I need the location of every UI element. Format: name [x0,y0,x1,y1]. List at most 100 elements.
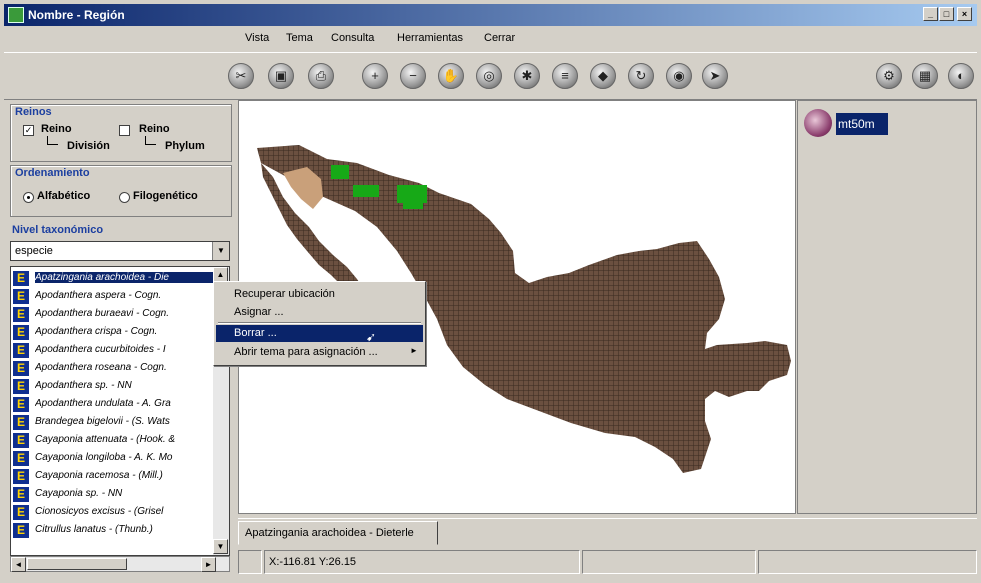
reinos-title: Reinos [15,106,52,118]
species-icon: E [13,289,29,304]
species-icon: E [13,415,29,430]
cursor-icon: ➹ [366,330,377,344]
status-panel [582,550,756,574]
menu-herramientas[interactable]: Herramientas [397,32,463,44]
layout-icon[interactable]: ▣ [268,63,294,89]
list-item[interactable]: E Cayaponia racemosa - (Mill.) [13,467,223,485]
species-icon: E [13,379,29,394]
identify-icon[interactable]: ✱ [514,63,540,89]
scroll-thumb[interactable] [27,558,127,570]
list-item[interactable]: E Apodanthera roseana - Cogn. [13,359,223,377]
species-icon: E [13,397,29,412]
menu-divider [218,322,421,324]
scroll-right-icon[interactable]: ► [201,557,216,572]
pan-icon[interactable]: ✋ [438,63,464,89]
species-icon: E [13,433,29,448]
menu-cerrar[interactable]: Cerrar [484,32,515,44]
scroll-left-icon[interactable]: ◄ [11,557,26,572]
app-icon [8,7,24,23]
list-horizontal-scrollbar[interactable]: ◄ ► [10,556,230,572]
reinos-group: Reinos ✓ Reino División Reino Phylum [10,104,232,162]
species-icon: E [13,325,29,340]
division-label: División [67,140,110,152]
submenu-arrow-icon: ► [410,346,418,355]
cut-icon[interactable]: ✂ [228,63,254,89]
filogenetico-radio[interactable] [119,192,130,203]
species-list[interactable]: E Apatzingania arachoidea - Die E Apodanth… [10,266,230,556]
species-icon: E [13,361,29,376]
list-item[interactable]: E Cayaponia attenuata - (Hook. & [13,431,223,449]
nivel-title: Nivel taxonómico [12,224,104,236]
ordenamiento-title: Ordenamiento [15,167,90,179]
coords-readout: X:-116.81 Y:26.15 [269,556,357,568]
list-item[interactable]: E Cayaponia sp. - NN [13,485,223,503]
nivel-select[interactable]: especie ▼ [10,241,230,261]
menu-item-asignar[interactable]: Asignar ... [216,304,423,321]
refresh-icon[interactable]: ↻ [628,63,654,89]
reino-label-1: Reino [41,123,72,135]
species-icon: E [13,271,29,286]
menu-item-abrir-tema[interactable]: Abrir tema para asignación ... [216,344,423,361]
reino-phylum-checkbox[interactable] [119,125,130,136]
title-bar: Nombre - Región _ □ × [4,4,977,26]
layer-item[interactable]: mt50m [804,109,890,139]
species-icon: E [13,307,29,322]
status-panel: X:-116.81 Y:26.15 [264,550,580,574]
maximize-button[interactable]: □ [939,7,954,21]
species-icon: E [13,469,29,484]
alfabetico-radio[interactable] [23,192,34,203]
select-icon[interactable]: ◆ [590,63,616,89]
print-icon[interactable]: ⎙ [308,63,334,89]
species-icon: E [13,487,29,502]
table-icon[interactable]: ≡ [552,63,578,89]
scroll-down-icon[interactable]: ▼ [213,539,228,554]
alfabetico-label: Alfabético [37,190,91,202]
status-bar: X:-116.81 Y:26.15 [238,550,977,574]
species-icon: E [13,343,29,358]
map-icon[interactable]: ▦ [912,63,938,89]
scroll-up-icon[interactable]: ▲ [213,267,228,282]
list-item[interactable]: E Apodanthera cucurbitoides - I [13,341,223,359]
toolbar: ✂ ▣ ⎙ + − ✋ ◎ ✱ ≡ ◆ ↻ ◉ ➤ ⚙ ▦ ◐ [4,52,977,100]
reino-division-checkbox[interactable]: ✓ [23,125,34,136]
list-item[interactable]: E Apatzingania arachoidea - Die [13,269,223,287]
menu-bar: Vista Tema Consulta Herramientas Cerrar [4,28,977,50]
minimize-button[interactable]: _ [923,7,938,21]
context-menu: Recuperar ubicación Asignar ... Borrar .… [213,281,426,366]
status-panel [758,550,977,574]
reino-label-2: Reino [139,123,170,135]
menu-item-recuperar[interactable]: Recuperar ubicación [216,286,423,303]
locate-icon[interactable]: ➤ [702,63,728,89]
layer-icon [804,109,832,137]
chevron-down-icon[interactable]: ▼ [212,242,229,260]
query-icon[interactable]: ◉ [666,63,692,89]
list-item[interactable]: E Apodanthera sp. - NN [13,377,223,395]
list-item[interactable]: E Citrullus lanatus - (Thunb.) [13,521,223,539]
menu-consulta[interactable]: Consulta [331,32,374,44]
window-title: Nombre - Región [28,8,125,22]
phylum-label: Phylum [165,140,205,152]
tab-species[interactable]: Apatzingania arachoidea - Dieterle [238,521,438,545]
list-item[interactable]: E Apodanthera buraeavi - Cogn. [13,305,223,323]
list-item[interactable]: E Cayaponia longiloba - A. K. Mo [13,449,223,467]
layer-label: mt50m [836,113,888,135]
species-icon: E [13,523,29,538]
tree-connector [47,136,58,145]
options-icon[interactable]: ⚙ [876,63,902,89]
zoom-out-icon[interactable]: − [400,63,426,89]
list-item[interactable]: E Brandegea bigelovii - (S. Wats [13,413,223,431]
zoom-in-icon[interactable]: + [362,63,388,89]
list-item[interactable]: E Apodanthera crispa - Cogn. [13,323,223,341]
tab-bar: Apatzingania arachoidea - Dieterle [238,518,977,547]
list-item[interactable]: E Cionosicyos excisus - (Grisel [13,503,223,521]
menu-vista[interactable]: Vista [245,32,269,44]
menu-tema[interactable]: Tema [286,32,313,44]
list-item[interactable]: E Apodanthera aspera - Cogn. [13,287,223,305]
list-item[interactable]: E Apodanthera undulata - A. Gra [13,395,223,413]
tree-connector [145,136,156,145]
species-icon: E [13,505,29,520]
globe-icon[interactable]: ◎ [476,63,502,89]
world-icon[interactable]: ◐ [948,63,974,89]
menu-item-borrar[interactable]: Borrar ... [216,325,423,342]
close-button[interactable]: × [957,7,972,21]
